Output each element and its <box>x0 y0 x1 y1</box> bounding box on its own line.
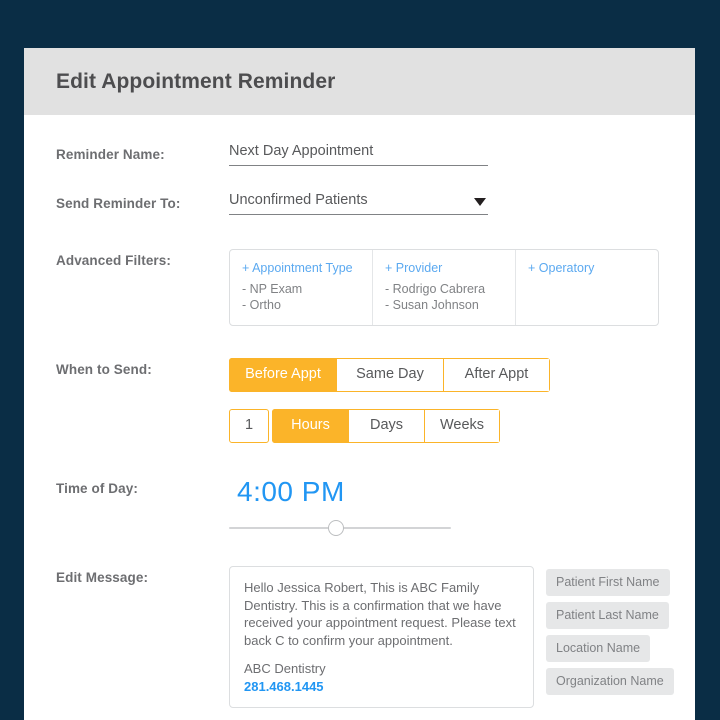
filter-column-operatory: + Operatory <box>516 250 658 325</box>
edit-message-label: Edit Message: <box>56 570 149 585</box>
duration-label-spacer <box>56 409 229 443</box>
add-appointment-type-link[interactable]: + Appointment Type <box>242 261 372 275</box>
filter-item[interactable]: - Ortho <box>242 298 372 314</box>
when-to-send-row: When to Send: Before Appt Same Day After… <box>24 358 695 392</box>
when-option-before-appt[interactable]: Before Appt <box>229 358 336 392</box>
merge-field-patient-first-name[interactable]: Patient First Name <box>546 569 670 596</box>
when-to-send-segmented-control: Before Appt Same Day After Appt <box>229 358 550 392</box>
when-option-same-day[interactable]: Same Day <box>336 358 443 392</box>
message-signature-text: ABC Dentistry <box>244 661 326 676</box>
duration-unit-weeks[interactable]: Weeks <box>424 409 500 443</box>
reminder-name-input[interactable]: Next Day Appointment <box>229 143 488 166</box>
edit-message-field-wrap: Hello Jessica Robert, This is ABC Family… <box>229 566 695 720</box>
time-of-day-field-wrap: 4:00 PM <box>229 477 695 536</box>
time-of-day-row: Time of Day: 4:00 PM <box>24 477 695 536</box>
message-column: Hello Jessica Robert, This is ABC Family… <box>229 566 534 720</box>
message-textarea[interactable]: Hello Jessica Robert, This is ABC Family… <box>229 566 534 708</box>
send-reminder-to-field-wrap: Unconfirmed Patients <box>229 192 695 215</box>
when-option-after-appt[interactable]: After Appt <box>443 358 550 392</box>
send-reminder-to-value: Unconfirmed Patients <box>229 192 368 208</box>
duration-unit-segmented-control: Hours Days Weeks <box>272 409 500 443</box>
filter-item[interactable]: - Rodrigo Cabrera <box>385 282 515 298</box>
message-area: Hello Jessica Robert, This is ABC Family… <box>229 566 695 720</box>
time-of-day-slider[interactable] <box>229 520 451 536</box>
advanced-filters-field-wrap: + Appointment Type - NP Exam - Ortho + P… <box>229 249 695 326</box>
merge-field-patient-last-name[interactable]: Patient Last Name <box>546 602 669 629</box>
add-operatory-link[interactable]: + Operatory <box>528 261 658 275</box>
slider-handle[interactable] <box>327 520 344 536</box>
when-to-send-label: When to Send: <box>56 362 152 377</box>
merge-field-location-name[interactable]: Location Name <box>546 635 651 662</box>
page-title: Edit Appointment Reminder <box>56 69 336 93</box>
when-to-send-field-wrap: Before Appt Same Day After Appt <box>229 358 695 392</box>
duration-unit-days[interactable]: Days <box>348 409 424 443</box>
reminder-name-field-wrap: Next Day Appointment <box>229 143 695 166</box>
duration-field-wrap: 1 Hours Days Weeks <box>229 409 500 443</box>
time-of-day-label: Time of Day: <box>56 481 138 496</box>
card-body: Reminder Name: Next Day Appointment Send… <box>24 115 695 720</box>
send-reminder-to-row: Send Reminder To: Unconfirmed Patients <box>24 192 695 215</box>
edit-message-row: Edit Message: Hello Jessica Robert, This… <box>24 566 695 720</box>
filter-item[interactable]: - Susan Johnson <box>385 298 515 314</box>
reminder-name-row: Reminder Name: Next Day Appointment <box>24 143 695 166</box>
reminder-name-label: Reminder Name: <box>56 147 165 162</box>
advanced-filters-label: Advanced Filters: <box>56 253 171 268</box>
advanced-filters-box: + Appointment Type - NP Exam - Ortho + P… <box>229 249 659 326</box>
filter-column-appointment-type: + Appointment Type - NP Exam - Ortho <box>230 250 373 325</box>
duration-row: 1 Hours Days Weeks <box>24 409 695 443</box>
chevron-down-icon <box>474 198 486 206</box>
edit-appointment-reminder-card: Edit Appointment Reminder Reminder Name:… <box>24 48 695 720</box>
send-reminder-to-select[interactable]: Unconfirmed Patients <box>229 192 488 215</box>
time-of-day-value: 4:00 PM <box>237 476 345 507</box>
add-provider-link[interactable]: + Provider <box>385 261 515 275</box>
merge-field-chips: Patient First Name Patient Last Name Loc… <box>546 566 674 695</box>
message-body-text: Hello Jessica Robert, This is ABC Family… <box>244 580 516 648</box>
advanced-filters-row: Advanced Filters: + Appointment Type - N… <box>24 249 695 326</box>
duration-unit-hours[interactable]: Hours <box>272 409 348 443</box>
filter-column-provider: + Provider - Rodrigo Cabrera - Susan Joh… <box>373 250 516 325</box>
send-reminder-to-label: Send Reminder To: <box>56 196 181 211</box>
merge-field-organization-name[interactable]: Organization Name <box>546 668 674 695</box>
message-phone-number: 281.468.1445 <box>244 678 324 694</box>
filter-item[interactable]: - NP Exam <box>242 282 372 298</box>
card-header: Edit Appointment Reminder <box>24 48 695 115</box>
duration-amount-input[interactable]: 1 <box>229 409 269 443</box>
